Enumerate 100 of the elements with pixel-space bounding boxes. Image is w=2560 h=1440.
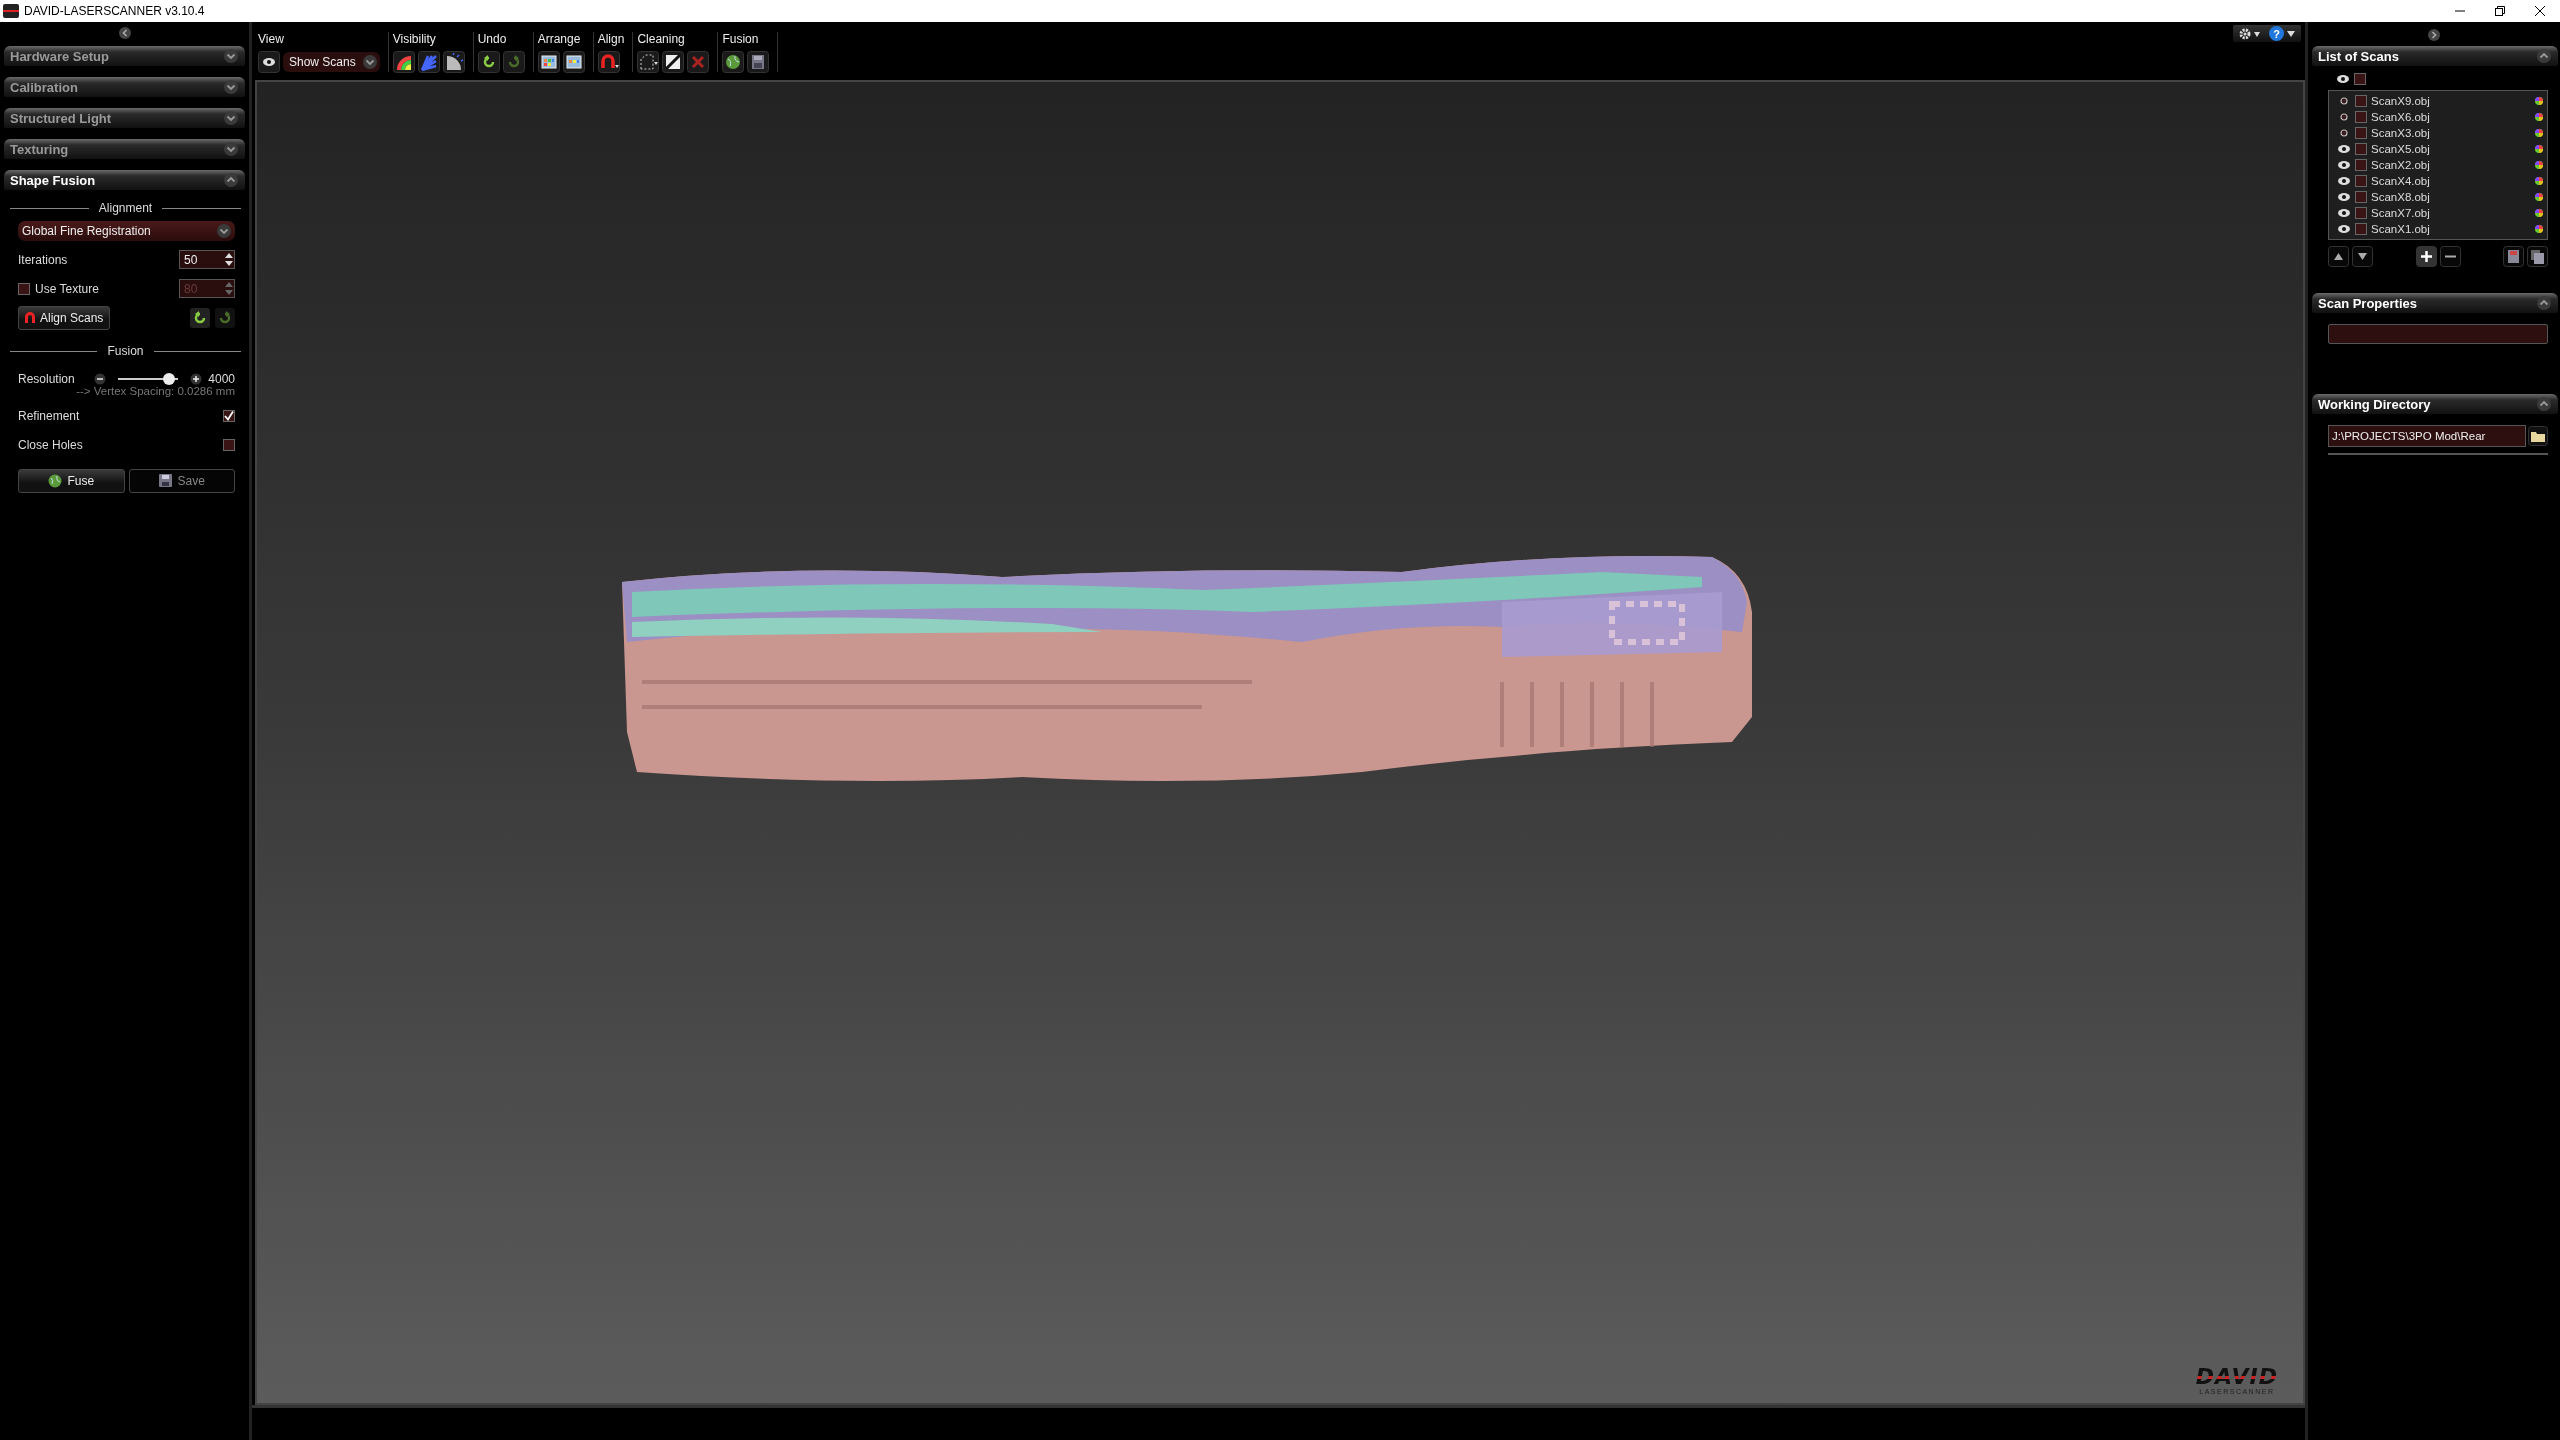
checkbox[interactable] [2355, 207, 2367, 219]
field-label: Iterations [18, 252, 68, 267]
checkbox[interactable] [2355, 111, 2367, 123]
checkbox[interactable] [2355, 143, 2367, 155]
eye-icon[interactable] [2337, 208, 2351, 218]
shaded-fan-icon[interactable] [442, 51, 465, 73]
chevron-down-icon [216, 223, 232, 239]
scan-name[interactable]: ScanX7.obj [2371, 207, 2531, 219]
directory-field[interactable]: J:\PROJECTS\3PO Mod\Rear [2328, 425, 2526, 447]
section-header[interactable]: Texturing [4, 139, 245, 159]
checkbox[interactable] [2355, 223, 2367, 235]
align-scans-button[interactable]: Align Scans [18, 305, 111, 330]
eye-icon[interactable] [2337, 192, 2351, 202]
help-button[interactable]: ? [2269, 26, 2284, 41]
color-wheel-icon [2535, 129, 2543, 137]
grid-layout-icon[interactable] [537, 51, 560, 73]
toolbar-group-label: Cleaning [637, 32, 686, 46]
hidden-dot-icon[interactable] [2337, 128, 2351, 138]
scan-name[interactable]: ScanX6.obj [2371, 111, 2531, 123]
eye-icon[interactable] [2337, 224, 2351, 234]
scan-name[interactable]: ScanX1.obj [2371, 223, 2531, 235]
scan-name[interactable]: ScanX2.obj [2371, 159, 2531, 171]
remove-icon[interactable] [2439, 246, 2461, 267]
section-header[interactable]: Structured Light [4, 108, 245, 128]
iterations-spinbox[interactable]: 50 [179, 250, 235, 269]
color-wheel-icon [2535, 145, 2543, 153]
eraser-icon[interactable] [662, 51, 685, 73]
hidden-dot-icon[interactable] [2337, 112, 2351, 122]
section-header[interactable]: Shape Fusion [4, 170, 245, 190]
fan-rays-icon[interactable] [417, 51, 440, 73]
globe-icon [48, 474, 63, 488]
row-layout-icon[interactable] [562, 51, 585, 73]
minus-icon[interactable] [94, 372, 107, 385]
section-header[interactable]: Hardware Setup [4, 46, 245, 66]
close-icon[interactable] [2534, 5, 2546, 17]
undo-icon[interactable] [477, 51, 500, 73]
method-dropdown[interactable]: Global Fine Registration [18, 221, 235, 241]
restore-icon[interactable] [2494, 5, 2506, 17]
checkbox[interactable] [2355, 175, 2367, 187]
app-logo-icon [3, 4, 19, 18]
checkbox[interactable] [2355, 95, 2367, 107]
checkbox[interactable] [223, 438, 235, 451]
window-title: DAVID-LASERSCANNER v3.10.4 [24, 4, 205, 18]
redo-icon[interactable] [215, 307, 235, 328]
section-heading: Alignment [98, 201, 153, 215]
toolbar-group-label: Fusion [722, 32, 760, 46]
eye-icon[interactable] [2336, 74, 2350, 84]
globe-icon[interactable] [722, 51, 745, 73]
checkbox[interactable] [2355, 159, 2367, 171]
move-down-icon[interactable] [2352, 246, 2373, 267]
add-icon[interactable] [2415, 246, 2437, 267]
dropdown-arrow-icon[interactable] [2287, 30, 2295, 37]
collapse-left-icon[interactable] [117, 26, 132, 40]
eye-icon[interactable] [2337, 176, 2351, 186]
checkbox[interactable] [2355, 191, 2367, 203]
color-arc-icon[interactable] [392, 51, 415, 73]
eye-icon[interactable] [2337, 144, 2351, 154]
scan-name[interactable]: ScanX3.obj [2371, 127, 2531, 139]
eye-icon[interactable] [2337, 160, 2351, 170]
expand-right-icon[interactable] [2427, 28, 2441, 42]
view-dropdown[interactable]: Show Scans [283, 52, 380, 72]
magnet-icon[interactable] [597, 51, 620, 73]
settings-icon[interactable] [2239, 26, 2261, 41]
scan-name[interactable]: ScanX9.obj [2371, 95, 2531, 107]
folder-icon[interactable] [2528, 426, 2548, 446]
section-header[interactable]: Working Directory [2312, 394, 2558, 414]
toolbar-group-label: Arrange [537, 32, 582, 46]
section-header[interactable]: Scan Properties [2312, 293, 2558, 313]
spin-arrows-icon [224, 280, 234, 297]
save-all-icon[interactable] [2527, 246, 2548, 267]
plus-icon[interactable] [190, 372, 203, 385]
color-wheel-icon [2535, 209, 2543, 217]
expand-icon [223, 141, 239, 157]
checkbox[interactable] [223, 409, 235, 422]
collapse-icon [2536, 396, 2552, 412]
save-scan-icon[interactable] [2503, 246, 2524, 267]
move-up-icon[interactable] [2328, 246, 2349, 267]
lasso-select-icon[interactable] [637, 51, 660, 73]
eye-icon[interactable] [258, 51, 280, 73]
slider-value: 4000 [208, 371, 235, 386]
magnet-icon [25, 312, 35, 323]
toolbar-group-label: Undo [477, 32, 508, 46]
undo-icon[interactable] [190, 307, 210, 328]
section-header[interactable]: List of Scans [2312, 46, 2558, 66]
section-header[interactable]: Calibration [4, 77, 245, 97]
spin-arrows-icon [224, 251, 234, 268]
scan-name[interactable]: ScanX4.obj [2371, 175, 2531, 187]
slider-thumb[interactable] [163, 372, 176, 385]
texture-spinbox: 80 [179, 279, 235, 298]
select-all-checkbox[interactable] [2354, 73, 2366, 85]
hidden-dot-icon[interactable] [2337, 96, 2351, 106]
scan-name[interactable]: ScanX8.obj [2371, 191, 2531, 203]
scan-name[interactable]: ScanX5.obj [2371, 143, 2531, 155]
vertex-spacing-text: --> Vertex Spacing: 0.0286 mm [75, 385, 235, 397]
toolbar-group-label: Align [597, 32, 625, 46]
checkbox[interactable] [2355, 127, 2367, 139]
color-wheel-icon [2535, 225, 2543, 233]
checkbox[interactable] [18, 282, 30, 295]
collapse-icon [2536, 48, 2552, 64]
fuse-button[interactable]: Fuse [18, 469, 125, 493]
